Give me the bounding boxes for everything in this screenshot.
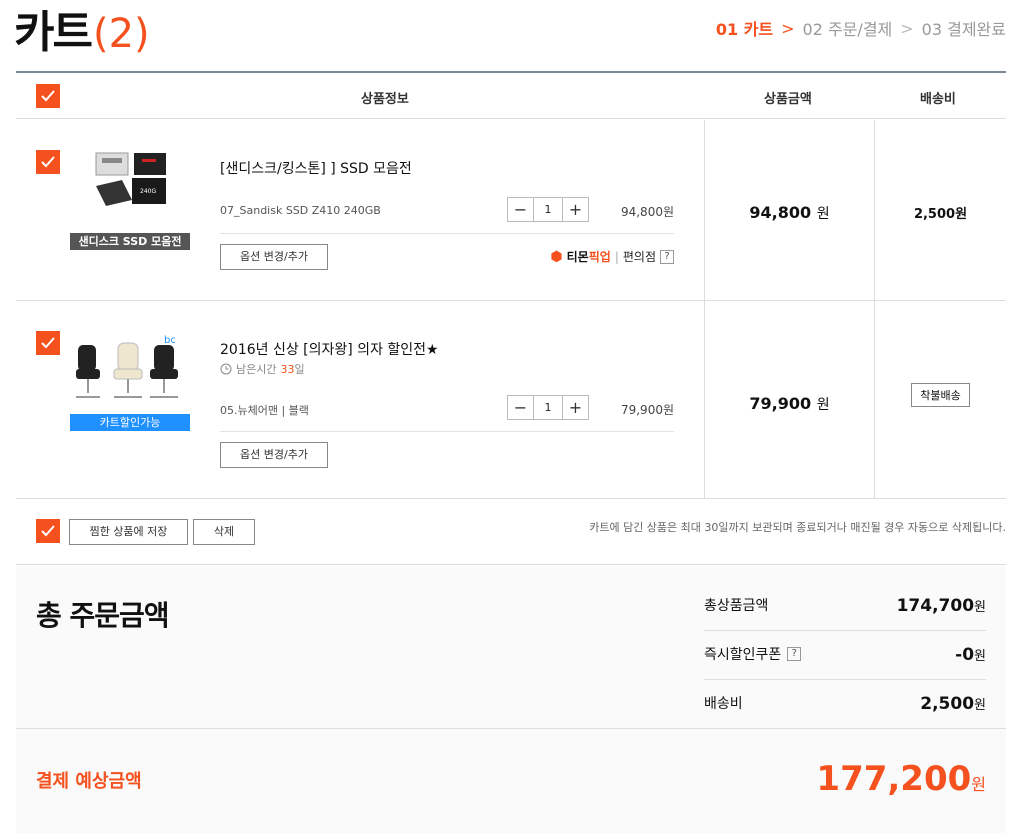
step-cart: 01 카트 <box>715 20 774 39</box>
chevron-right-icon: > <box>781 18 795 38</box>
checkout-steps: 01 카트 > 02 주문/결제 > 03 결제완료 <box>716 16 1006 40</box>
select-all-checkbox[interactable] <box>36 84 60 108</box>
total-amount: 177,200원 <box>816 759 986 799</box>
delete-button[interactable]: 삭제 <box>193 519 255 545</box>
cart-item: bc 카트할인가능 2016년 신상 [의자왕] 의자 할인전★ 남은시간 33… <box>16 301 1006 499</box>
col-header-price: 상품금액 <box>764 92 812 107</box>
step-order-payment: 02 주문/결제 <box>802 20 893 39</box>
step-complete: 03 결제완료 <box>921 20 1006 39</box>
item-price-value: 94,800 <box>749 203 812 222</box>
clock-icon <box>220 363 232 375</box>
item-shipping: 2,500원 <box>913 207 968 222</box>
item-price: 79,900 원 <box>705 394 874 414</box>
change-option-button[interactable]: 옵션 변경/추가 <box>220 244 328 270</box>
option-price: 94,800원 <box>620 205 674 219</box>
quantity-increase-button[interactable]: + <box>563 198 588 221</box>
summary-amount: 2,500원 <box>920 694 986 714</box>
quantity-stepper: − 1 + <box>507 395 589 420</box>
page-title-text: 카트 <box>14 7 93 58</box>
item-price-unit: 원 <box>816 397 830 413</box>
quantity-decrease-button[interactable]: − <box>508 396 533 419</box>
pickup-store: 편의점 <box>622 250 656 264</box>
cart-item: 240G 샌디스크 SSD 모음전 [샌디스크/킹스톤] ] SSD 모음전 0… <box>16 120 1006 301</box>
check-icon <box>41 90 55 102</box>
save-to-wishlist-button[interactable]: 찜한 상품에 저장 <box>69 519 188 545</box>
summary-label: 배송비 <box>704 696 743 712</box>
chair-product-image: bc <box>76 335 178 398</box>
svg-text:bc: bc <box>164 335 176 346</box>
change-option-button[interactable]: 옵션 변경/추가 <box>220 442 328 468</box>
chevron-right-icon: > <box>900 18 914 38</box>
pickup-brand: 티몬픽업 <box>566 250 611 264</box>
col-header-shipping: 배송비 <box>920 92 956 107</box>
remaining-time: 남은시간 33일 <box>220 361 305 377</box>
quantity-value[interactable]: 1 <box>533 396 563 419</box>
remaining-label: 남은시간 <box>236 363 277 376</box>
pickup-separator: | <box>614 249 619 264</box>
thumbnail-caption: 카트할인가능 <box>70 414 190 431</box>
ssd-product-image: 240G <box>95 152 166 206</box>
check-icon <box>41 337 55 349</box>
order-summary: 총 주문금액 총상품금액 174,700원 즉시할인쿠폰? -0원 배송비 2,… <box>16 566 1006 728</box>
quantity-decrease-button[interactable]: − <box>508 198 533 221</box>
payment-total: 결제 예상금액 177,200원 <box>16 728 1006 833</box>
option-name: 07_Sandisk SSD Z410 240GB <box>220 204 381 217</box>
cod-shipping-button[interactable]: 착불배송 <box>911 383 970 407</box>
storage-notice: 카트에 담긴 상품은 최대 30일까지 보관되며 종료되거나 매진될 경우 자동… <box>589 521 1006 534</box>
summary-title: 총 주문금액 <box>36 599 170 632</box>
remaining-days: 33 <box>280 363 295 376</box>
item-price: 94,800 원 <box>705 203 874 223</box>
svg-text:240G: 240G <box>140 188 156 195</box>
quantity-value[interactable]: 1 <box>533 198 563 221</box>
help-icon[interactable]: ? <box>660 249 674 264</box>
check-icon <box>41 156 55 168</box>
cart-actions: 찜한 상품에 저장 삭제 카트에 담긴 상품은 최대 30일까지 보관되며 종료… <box>16 499 1006 565</box>
product-name[interactable]: 2016년 신상 [의자왕] 의자 할인전★ <box>220 339 439 359</box>
check-icon <box>41 525 55 537</box>
hexagon-icon: ⬢ <box>550 248 563 265</box>
thumbnail-caption: 샌디스크 SSD 모음전 <box>70 233 190 250</box>
product-name[interactable]: [샌디스크/킹스톤] ] SSD 모음전 <box>220 158 412 178</box>
col-header-info: 상품정보 <box>361 92 409 107</box>
item-price-unit: 원 <box>816 206 830 222</box>
summary-row-shipping: 배송비 2,500원 <box>704 664 986 714</box>
option-divider <box>220 233 674 234</box>
item-checkbox[interactable] <box>36 331 60 355</box>
item-shipping: 착불배송 <box>875 383 1006 407</box>
select-all-checkbox-bottom[interactable] <box>36 519 60 543</box>
pickup-info: ⬢ 티몬픽업 | 편의점 ? <box>550 248 674 265</box>
summary-label: 총상품금액 <box>704 598 769 614</box>
table-header: 상품정보 상품금액 배송비 <box>16 73 1006 119</box>
remaining-suffix: 일 <box>294 363 305 376</box>
page-title: 카트(2) <box>14 0 150 60</box>
option-name: 05.뉴체어맨 | 블랙 <box>220 404 309 417</box>
summary-amount: 174,700원 <box>896 596 986 616</box>
cart-count: (2) <box>92 11 150 57</box>
product-thumbnail[interactable]: 240G 샌디스크 SSD 모음전 <box>70 150 190 250</box>
item-price-value: 79,900 <box>749 394 812 413</box>
option-divider <box>220 431 674 432</box>
item-checkbox[interactable] <box>36 150 60 174</box>
option-price: 79,900원 <box>620 403 674 417</box>
product-thumbnail[interactable]: bc 카트할인가능 <box>70 331 190 431</box>
summary-row-subtotal: 총상품금액 174,700원 <box>704 566 986 631</box>
help-icon[interactable]: ? <box>787 647 802 661</box>
summary-amount: -0원 <box>955 645 986 665</box>
quantity-stepper: − 1 + <box>507 197 589 222</box>
quantity-increase-button[interactable]: + <box>563 396 588 419</box>
summary-label: 즉시할인쿠폰? <box>704 644 802 664</box>
total-label: 결제 예상금액 <box>36 771 142 792</box>
summary-row-coupon: 즉시할인쿠폰? -0원 <box>704 615 986 680</box>
